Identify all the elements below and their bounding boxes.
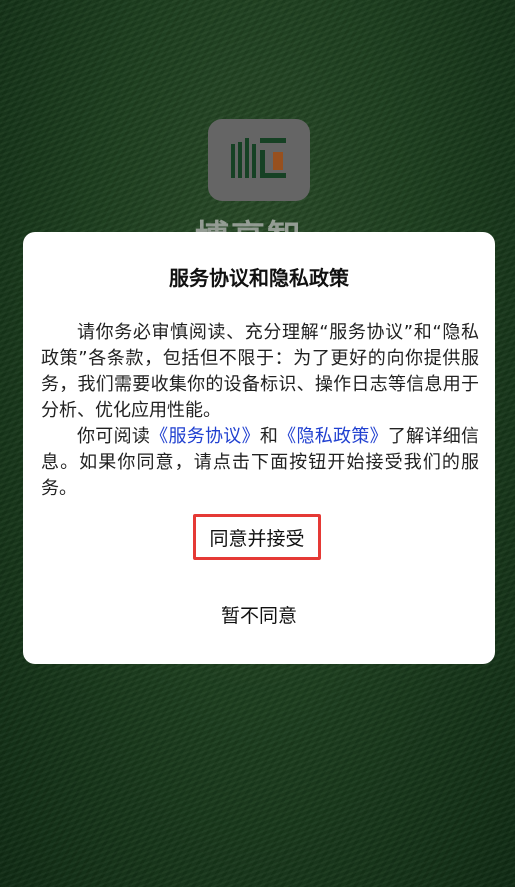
service-agreement-link[interactable]: 《服务协议》 (150, 426, 260, 447)
dialog-paragraph-1: 请你务必审慎阅读、充分理解“服务协议”和“隐私政策”各条款，包括但不限于：为了更… (41, 322, 479, 421)
decline-button[interactable]: 暂不同意 (188, 594, 330, 634)
dialog-paragraph-2: 你可阅读《服务协议》和《隐私政策》了解详细信息。如果你同意，请点击下面按钮开始接… (41, 424, 479, 502)
privacy-policy-link[interactable]: 《隐私政策》 (278, 426, 388, 447)
paragraph-2-and: 和 (259, 426, 279, 447)
privacy-dialog: 服务协议和隐私政策 请你务必审慎阅读、充分理解“服务协议”和“隐私政策”各条款，… (23, 232, 495, 664)
agree-button[interactable]: 同意并接受 (193, 514, 321, 560)
dialog-title: 服务协议和隐私政策 (169, 266, 349, 290)
paragraph-2-prefix: 你可阅读 (77, 426, 151, 447)
dialog-body: 请你务必审慎阅读、充分理解“服务协议”和“隐私政策”各条款，包括但不限于：为了更… (41, 320, 479, 502)
